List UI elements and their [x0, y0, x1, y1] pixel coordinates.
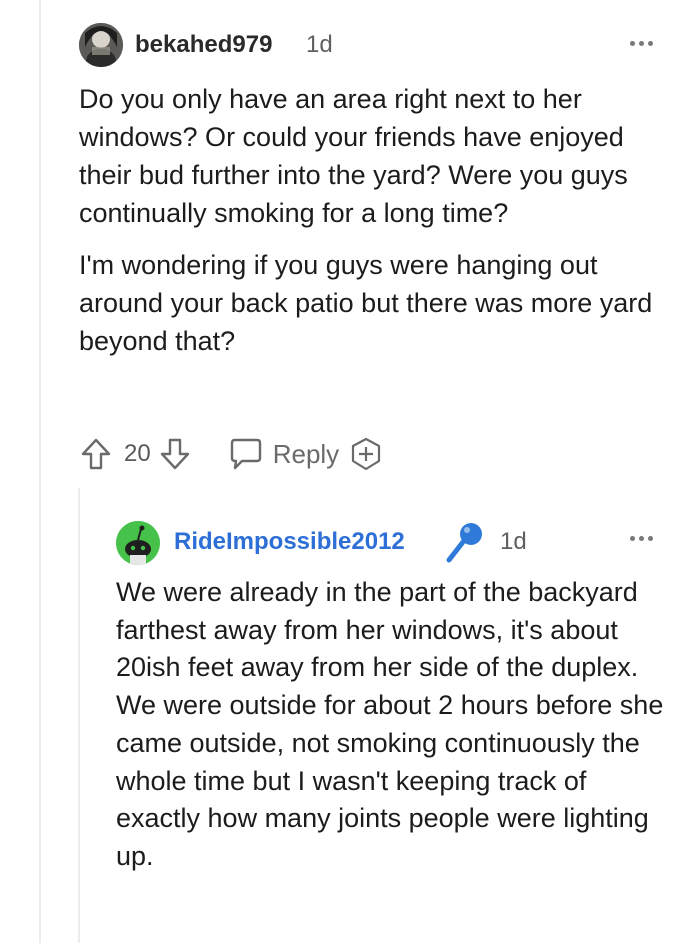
upvote-icon[interactable]	[78, 434, 114, 474]
username[interactable]: RideImpossible2012	[174, 528, 405, 556]
vote-count: 20	[124, 440, 151, 467]
more-options-icon[interactable]	[630, 536, 653, 541]
reply-icon[interactable]	[227, 434, 265, 474]
more-options-icon[interactable]	[630, 41, 653, 46]
comment-paragraph: Do you only have an area right next to h…	[79, 84, 628, 228]
timestamp: 1d	[306, 31, 333, 58]
reply-button[interactable]: Reply	[273, 439, 339, 470]
timestamp: 1d	[500, 528, 527, 555]
comment-paragraph: We were already in the part of the backy…	[116, 577, 664, 871]
microphone-icon	[443, 520, 487, 564]
comment-paragraph: I'm wondering if you guys were hanging o…	[79, 250, 653, 356]
user-avatar[interactable]	[79, 23, 123, 67]
username[interactable]: bekahed979	[135, 31, 272, 59]
comment-rideimpossible2012: RideImpossible2012 1d We were already in…	[0, 490, 700, 943]
comment-body: Do you only have an area right next to h…	[79, 80, 679, 360]
downvote-icon[interactable]	[157, 434, 193, 474]
comment-actions: 20 Reply	[78, 434, 383, 474]
comment-body: We were already in the part of the backy…	[116, 574, 676, 876]
snoo-avatar-icon[interactable]	[116, 521, 160, 565]
comment-bekahed979: bekahed979 1d Do you only have an area r…	[0, 0, 700, 490]
award-icon[interactable]	[349, 434, 383, 474]
